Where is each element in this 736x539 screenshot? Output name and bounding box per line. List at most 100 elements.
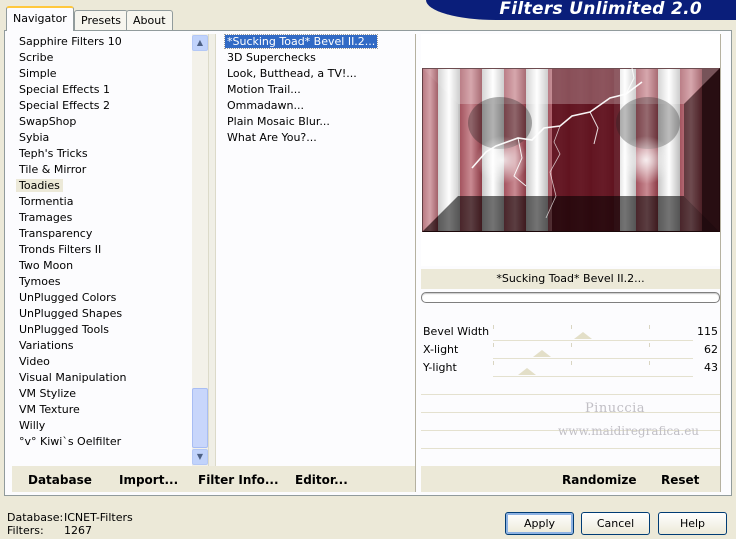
category-label: UnPlugged Shapes — [19, 307, 123, 320]
slider-tick — [571, 325, 572, 329]
effect-label: Motion Trail... — [227, 83, 301, 96]
effect-label: 3D Superchecks — [227, 51, 316, 64]
param-slider[interactable] — [493, 359, 693, 377]
category-item[interactable]: Tymoes — [12, 274, 192, 290]
help-button[interactable]: Help — [658, 512, 727, 535]
category-item[interactable]: SwapShop — [12, 114, 192, 130]
effect-label: Look, Butthead, a TV!... — [227, 67, 357, 80]
category-item[interactable]: UnPlugged Shapes — [12, 306, 192, 322]
effect-item[interactable]: Motion Trail... — [222, 82, 412, 98]
scroll-up-button[interactable]: ▲ — [192, 35, 208, 51]
tab-presets[interactable]: Presets — [74, 10, 129, 31]
category-item[interactable]: Sybia — [12, 130, 192, 146]
category-label: Sapphire Filters 10 — [19, 35, 122, 48]
scroll-down-button[interactable]: ▼ — [192, 449, 208, 465]
category-label: VM Stylize — [19, 387, 76, 400]
database-button[interactable]: Database — [28, 473, 92, 487]
effect-item[interactable]: What Are You?... — [222, 130, 412, 146]
category-label: Scribe — [19, 51, 54, 64]
param-slider[interactable] — [493, 341, 693, 359]
panel-divider-right — [720, 34, 721, 492]
category-item[interactable]: Simple — [12, 66, 192, 82]
database-label: Database: — [7, 511, 64, 524]
category-label: Two Moon — [19, 259, 74, 272]
import-button[interactable]: Import... — [119, 473, 178, 487]
tab-about[interactable]: About — [126, 10, 173, 31]
category-item[interactable]: Tile & Mirror — [12, 162, 192, 178]
category-item[interactable]: VM Texture — [12, 402, 192, 418]
category-label: Willy — [19, 419, 46, 432]
effect-item[interactable]: Plain Mosaic Blur... — [222, 114, 412, 130]
effect-item[interactable]: 3D Superchecks — [222, 50, 412, 66]
category-label: Visual Manipulation — [19, 371, 127, 384]
category-label: Tormentia — [19, 195, 74, 208]
category-item[interactable]: Teph's Tricks — [12, 146, 192, 162]
filters-label: Filters: — [7, 524, 44, 537]
category-item[interactable]: Two Moon — [12, 258, 192, 274]
category-label: Special Effects 2 — [19, 99, 111, 112]
preview-effect-name: *Sucking Toad* Bevel II.2... — [421, 269, 720, 289]
editor-button[interactable]: Editor... — [295, 473, 348, 487]
category-list: Sapphire Filters 10 Scribe Simple Special E… — [12, 34, 192, 466]
list-splitter[interactable] — [208, 34, 216, 466]
category-item[interactable]: Video — [12, 354, 192, 370]
category-item[interactable]: VM Stylize — [12, 386, 192, 402]
category-item[interactable]: °v° Kiwi`s Oelfilter — [12, 434, 192, 450]
param-slot-empty — [421, 377, 720, 395]
category-item[interactable]: UnPlugged Tools — [12, 322, 192, 338]
category-label: Video — [19, 355, 50, 368]
tab-navigator[interactable]: Navigator — [6, 6, 74, 31]
param-label: Y-light — [423, 361, 457, 374]
filter-info-button[interactable]: Filter Info... — [198, 473, 279, 487]
slider-tick — [649, 361, 650, 365]
category-item[interactable]: Transparency — [12, 226, 192, 242]
category-scrollbar[interactable]: ▲ ▼ — [192, 34, 208, 466]
category-label: Tymoes — [19, 275, 61, 288]
effect-label: Ommadawn... — [227, 99, 305, 112]
scroll-thumb[interactable] — [192, 388, 208, 448]
slider-thumb[interactable] — [533, 350, 551, 357]
title-banner: Filters Unlimited 2.0 — [426, 0, 736, 20]
effect-label: What Are You?... — [227, 131, 317, 144]
category-item[interactable]: Scribe — [12, 50, 192, 66]
right-toolbar: Randomize Reset — [421, 466, 720, 492]
category-label: VM Texture — [19, 403, 80, 416]
category-item[interactable]: Variations — [12, 338, 192, 354]
cancel-button[interactable]: Cancel — [581, 512, 650, 535]
param-slider[interactable] — [493, 323, 693, 341]
param-value: 43 — [704, 361, 718, 374]
effect-list: *Sucking Toad* Bevel II.2... 3D Superchec… — [222, 34, 412, 466]
category-label: UnPlugged Colors — [19, 291, 117, 304]
category-item[interactable]: Willy — [12, 418, 192, 434]
category-item[interactable]: UnPlugged Colors — [12, 290, 192, 306]
param-label: Bevel Width — [423, 325, 490, 338]
apply-button[interactable]: Apply — [505, 512, 574, 535]
effect-item[interactable]: Look, Butthead, a TV!... — [222, 66, 412, 82]
watermark-line2: www.maidiregrafica.eu — [558, 424, 700, 438]
watermark-line1: Pinuccia — [584, 401, 646, 416]
category-label: Tramages — [19, 211, 73, 224]
effect-label: *Sucking Toad* Bevel II.2... — [223, 34, 379, 49]
category-label: Tile & Mirror — [19, 163, 87, 176]
randomize-button[interactable]: Randomize — [562, 473, 636, 487]
category-item[interactable]: Tramages — [12, 210, 192, 226]
effect-item[interactable]: Ommadawn... — [222, 98, 412, 114]
category-item[interactable]: Special Effects 2 — [12, 98, 192, 114]
panel-divider — [415, 34, 416, 492]
effect-label: Plain Mosaic Blur... — [227, 115, 330, 128]
slider-thumb[interactable] — [518, 368, 536, 375]
category-item[interactable]: Toadies — [12, 178, 192, 194]
category-label: Toadies — [16, 179, 63, 192]
category-item[interactable]: Tormentia — [12, 194, 192, 210]
category-item[interactable]: Visual Manipulation — [12, 370, 192, 386]
effect-item[interactable]: *Sucking Toad* Bevel II.2... — [222, 34, 412, 50]
param-value: 62 — [704, 343, 718, 356]
category-label: Simple — [19, 67, 57, 80]
category-item[interactable]: Sapphire Filters 10 — [12, 34, 192, 50]
slider-tick — [493, 343, 494, 347]
banner-title: Filters Unlimited 2.0 — [499, 0, 702, 19]
category-item[interactable]: Special Effects 1 — [12, 82, 192, 98]
category-item[interactable]: Tronds Filters II — [12, 242, 192, 258]
reset-button[interactable]: Reset — [661, 473, 699, 487]
slider-thumb[interactable] — [574, 332, 592, 339]
